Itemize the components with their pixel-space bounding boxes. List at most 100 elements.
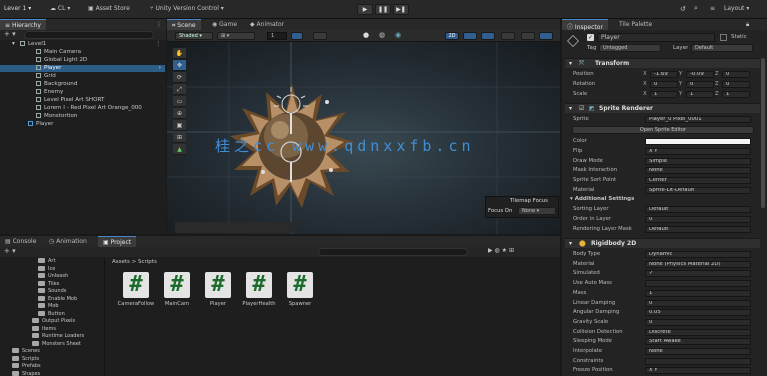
tab-scene[interactable]: ⌗ Scene xyxy=(167,19,201,30)
property-value[interactable]: X Y xyxy=(645,367,751,375)
property-value[interactable]: 0 xyxy=(645,318,751,326)
property-value[interactable]: Center xyxy=(645,177,751,185)
view-tool[interactable]: ✋ xyxy=(173,48,186,59)
folder-item[interactable]: Output Pixels xyxy=(0,318,104,325)
property-value[interactable]: Default xyxy=(645,206,751,213)
property-value[interactable]: Default xyxy=(645,225,751,233)
transform-y-input[interactable]: 1 xyxy=(686,91,714,98)
sprite-field[interactable]: Sprite Player_0 Pixel_0001 xyxy=(567,115,755,124)
property-value[interactable]: Start Awake xyxy=(645,338,751,346)
property-value[interactable]: ✓ xyxy=(645,270,751,278)
active-checkbox[interactable]: ✓ xyxy=(587,34,594,41)
filter-icon[interactable]: ▶ ◍ ★ ⊞ xyxy=(488,247,514,254)
focus-dropdown[interactable]: None ▾ xyxy=(518,207,556,215)
sphere-icon[interactable]: ◍ xyxy=(379,31,385,39)
hierarchy-item[interactable]: Enemy xyxy=(0,89,165,96)
hierarchy-item[interactable]: Player xyxy=(0,121,165,128)
custom-tool[interactable]: ▣ xyxy=(173,120,186,131)
layers-icon[interactable]: ≡ xyxy=(710,5,715,12)
property-value[interactable]: Sprite-Lit-Default xyxy=(645,187,751,194)
search-icon[interactable]: ⌕ xyxy=(694,4,698,13)
more-icon[interactable]: ⋮ xyxy=(155,41,161,48)
property-value[interactable]: 0.05 xyxy=(645,309,751,317)
static-checkbox[interactable] xyxy=(720,34,727,41)
transform-z-input[interactable]: 0 xyxy=(722,81,750,88)
root-folder-item[interactable]: Scenes xyxy=(0,348,104,355)
root-folder-item[interactable]: Prefabs xyxy=(0,363,104,370)
additional-settings-foldout[interactable]: ▾ Additional Settings xyxy=(570,196,634,202)
property-value[interactable]: 0 xyxy=(645,299,751,307)
grid-value-input[interactable]: 1 xyxy=(267,32,287,40)
more-icon[interactable]: ⋮ xyxy=(156,21,162,28)
root-folder-item[interactable]: Shapes xyxy=(0,370,104,376)
tag-dropdown[interactable]: Untagged xyxy=(599,44,661,52)
object-name-input[interactable]: Player xyxy=(597,33,715,42)
chevron-right-icon[interactable]: › xyxy=(159,65,161,72)
gizmo-dropdown[interactable]: ⊞ ▾ xyxy=(217,32,255,40)
folder-item[interactable]: Sounds xyxy=(0,288,104,295)
rigidbody-header[interactable]: ▾ ⬤ Rigidbody 2D xyxy=(565,238,760,248)
cloud-button[interactable]: ☁ CL ▾ xyxy=(50,5,70,12)
folder-item[interactable]: Enable Mob xyxy=(0,295,104,303)
layout-dropdown[interactable]: Layout ▾ xyxy=(724,5,749,12)
hierarchy-item[interactable]: Monstortion xyxy=(0,113,165,120)
pause-button[interactable]: ❚❚ xyxy=(375,4,391,15)
version-control-button[interactable]: ⑂ Unity Version Control ▾ xyxy=(150,5,224,12)
property-value[interactable]: X Y xyxy=(645,147,751,155)
light-icon[interactable]: ● xyxy=(363,31,369,39)
shading-dropdown[interactable]: Shaded ▾ xyxy=(175,32,213,40)
gizmos-button[interactable] xyxy=(539,32,553,40)
lock-icon[interactable]: 🔒︎ xyxy=(746,21,749,29)
hierarchy-item[interactable]: Main Camera xyxy=(0,49,165,56)
hierarchy-item[interactable]: Global Light 2D xyxy=(0,57,165,64)
transform-header[interactable]: ▾ ⤧ Transform xyxy=(565,58,760,68)
snap-button[interactable] xyxy=(291,32,303,40)
property-value[interactable]: 0 xyxy=(645,215,751,223)
tab-inspector[interactable]: ⓘ Inspector xyxy=(562,19,608,31)
root-folder-item[interactable]: Scripts xyxy=(0,355,104,363)
sprite-renderer-header[interactable]: ▾ ☑ ◩ Sprite Renderer xyxy=(565,103,760,113)
transform-z-input[interactable]: 1 xyxy=(722,91,750,98)
transform-y-input[interactable]: -0.09 xyxy=(686,71,714,78)
folder-item[interactable]: Monsters Sheet xyxy=(0,340,104,348)
rect-tool[interactable]: ▭ xyxy=(173,96,186,107)
hierarchy-item[interactable]: Background xyxy=(0,81,165,88)
step-button[interactable]: ▶❚ xyxy=(393,4,409,15)
grid-tool[interactable]: ⊞ xyxy=(173,132,186,143)
property-value[interactable] xyxy=(645,138,751,145)
script-asset[interactable]: # CameraFollow xyxy=(117,272,155,307)
fx-icon[interactable]: ◉ xyxy=(395,31,401,39)
transform-x-input[interactable]: -1.69 xyxy=(650,71,678,78)
property-value[interactable]: Discrete xyxy=(645,328,751,336)
inspector-scrollbar[interactable] xyxy=(761,58,765,208)
hierarchy-item[interactable]: Grid xyxy=(0,73,165,80)
sprite-tool[interactable]: ▲ xyxy=(173,144,186,155)
project-breadcrumb[interactable]: Assets > Scripts xyxy=(112,259,157,265)
property-value[interactable]: None xyxy=(645,167,751,175)
property-value[interactable]: None xyxy=(645,348,751,355)
folder-item[interactable]: Items xyxy=(0,325,104,333)
rotate-tool[interactable]: ⟳ xyxy=(173,72,186,83)
play-button[interactable]: ▶ xyxy=(357,4,373,15)
folder-item[interactable]: Art xyxy=(0,258,104,265)
tab-animator[interactable]: ◆ Animator xyxy=(245,19,289,30)
create-icon[interactable]: + ▾ xyxy=(4,247,16,255)
hierarchy-item[interactable]: Player › xyxy=(0,65,165,72)
property-value[interactable]: 1 xyxy=(645,289,751,297)
folder-item[interactable]: Tiles xyxy=(0,280,104,288)
project-search-input[interactable] xyxy=(318,248,468,256)
account-dropdown[interactable]: Lever 1 ▾ xyxy=(4,5,31,12)
property-value[interactable] xyxy=(645,280,751,288)
tab-console[interactable]: ▤ Console xyxy=(0,236,41,247)
folder-item[interactable]: Mob xyxy=(0,303,104,310)
property-value[interactable]: None (Physics Material 2D) xyxy=(645,260,751,268)
tab-animation[interactable]: ◷ Animation xyxy=(44,236,92,247)
hierarchy-item[interactable]: Lorem I - Red Pixel Art Orange_000 xyxy=(0,105,165,112)
transform-x-input[interactable]: 1 xyxy=(650,91,678,98)
property-value[interactable]: Simple xyxy=(645,157,751,165)
tab-project[interactable]: ▣ Project xyxy=(98,236,137,247)
tab-game[interactable]: ◉ Game xyxy=(207,19,242,30)
layer-dropdown[interactable]: Default xyxy=(691,44,753,52)
hierarchy-item[interactable]: ▾ Level1 ⋮ xyxy=(0,41,165,48)
visibility-button[interactable] xyxy=(501,32,515,40)
